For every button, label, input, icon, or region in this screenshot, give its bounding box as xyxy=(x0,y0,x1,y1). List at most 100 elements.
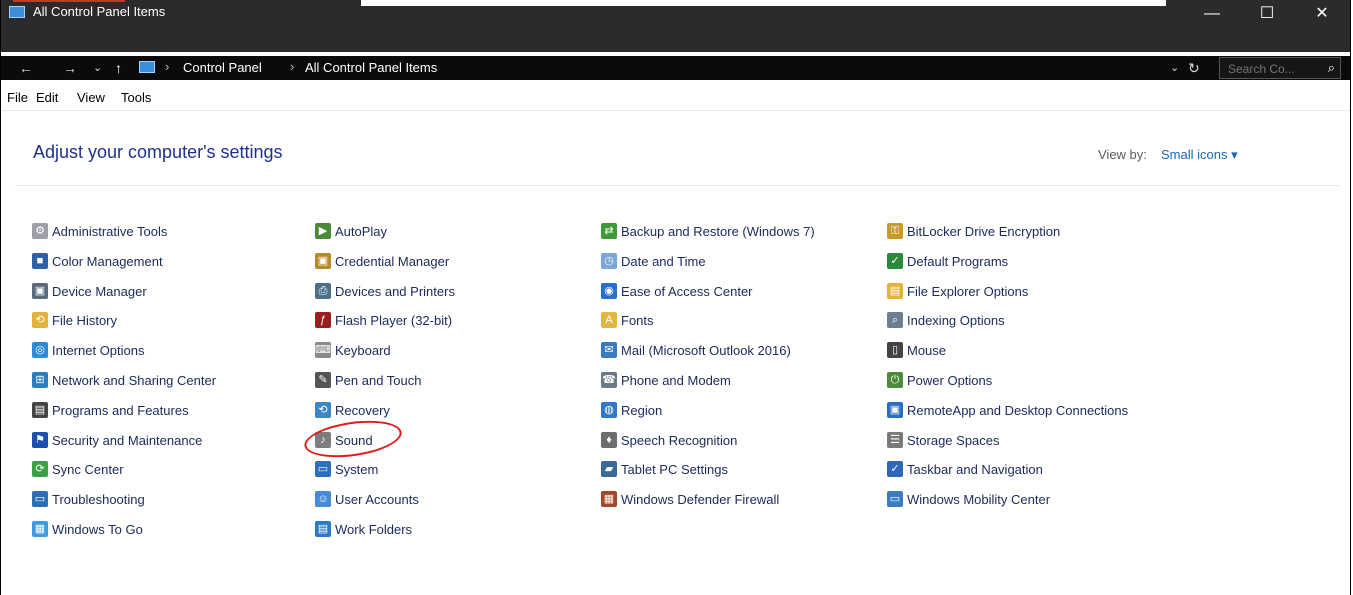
page-title: Adjust your computer's settings xyxy=(33,142,283,162)
control-panel-item[interactable]: ♪ Sound xyxy=(315,430,373,450)
menu-tools[interactable]: Tools xyxy=(121,90,151,105)
control-panel-item[interactable]: ▦ Windows To Go xyxy=(32,519,143,539)
item-label: BitLocker Drive Encryption xyxy=(907,223,1061,239)
item-label: Mail (Microsoft Outlook 2016) xyxy=(621,342,791,358)
minimize-button[interactable]: — xyxy=(1189,0,1235,28)
mail-icon: ✉ xyxy=(601,342,617,358)
control-panel-item[interactable]: ⇄ Backup and Restore (Windows 7) xyxy=(601,221,815,241)
forward-arrow-icon[interactable]: → xyxy=(63,58,77,78)
flash-icon: ƒ xyxy=(315,312,331,328)
control-panel-item[interactable]: ▭ Troubleshooting xyxy=(32,489,145,509)
control-panel-item[interactable]: ◉ Ease of Access Center xyxy=(601,281,753,301)
item-label: Power Options xyxy=(907,372,993,388)
control-panel-item[interactable]: ☰ Storage Spaces xyxy=(887,430,1000,450)
control-panel-item[interactable]: ⟲ Recovery xyxy=(315,400,390,420)
control-panel-item[interactable]: ■ Color Management xyxy=(32,251,163,271)
control-panel-item[interactable]: ✉ Mail (Microsoft Outlook 2016) xyxy=(601,340,791,360)
search-box[interactable]: ⌕ xyxy=(1219,57,1341,79)
mouse-icon: ▯ xyxy=(887,342,903,358)
control-panel-item[interactable]: ⟲ File History xyxy=(32,310,117,330)
search-input[interactable] xyxy=(1226,59,1318,79)
control-panel-item[interactable]: ▣ RemoteApp and Desktop Connections xyxy=(887,400,1128,420)
internet-options-icon: ◎ xyxy=(32,342,48,358)
control-panel-item[interactable]: ▤ File Explorer Options xyxy=(887,281,1028,301)
recent-locations-icon[interactable]: ⌄ xyxy=(93,58,102,78)
control-panel-item[interactable]: ▦ Windows Defender Firewall xyxy=(601,489,779,509)
item-label: Flash Player (32-bit) xyxy=(335,312,453,328)
control-panel-item[interactable]: ⌕ Indexing Options xyxy=(887,310,1005,330)
control-panel-item[interactable]: ◍ Region xyxy=(601,400,662,420)
autoplay-icon: ▶ xyxy=(315,223,331,239)
view-by-dropdown[interactable]: Small icons ▾ xyxy=(1161,147,1238,163)
breadcrumb-separator-icon[interactable]: › xyxy=(290,59,294,74)
control-panel-item[interactable]: ▤ Work Folders xyxy=(315,519,412,539)
refresh-icon[interactable]: ↻ xyxy=(1188,58,1200,78)
file-history-icon: ⟲ xyxy=(32,312,48,328)
search-icon[interactable]: ⌕ xyxy=(1328,60,1335,76)
power-icon: ⏻ xyxy=(887,372,903,388)
control-panel-item[interactable]: ▤ Programs and Features xyxy=(32,400,189,420)
control-panel-item[interactable]: ⎙ Devices and Printers xyxy=(315,281,455,301)
item-label: Windows To Go xyxy=(52,521,143,537)
item-label: User Accounts xyxy=(335,491,419,507)
control-panel-item[interactable]: ✎ Pen and Touch xyxy=(315,370,422,390)
backup-icon: ⇄ xyxy=(601,223,617,239)
control-panel-item[interactable]: ⚑ Security and Maintenance xyxy=(32,430,202,450)
item-label: Recovery xyxy=(335,402,390,418)
divider xyxy=(15,185,1340,186)
menu-file[interactable]: File xyxy=(7,90,28,105)
control-panel-item[interactable]: ▣ Device Manager xyxy=(32,281,147,301)
window-title: All Control Panel Items xyxy=(33,4,166,19)
back-arrow-icon[interactable]: ← xyxy=(19,58,33,78)
close-button[interactable]: ✕ xyxy=(1299,0,1345,28)
maximize-button[interactable]: ☐ xyxy=(1244,0,1290,28)
control-panel-item[interactable]: ▯ Mouse xyxy=(887,340,946,360)
control-panel-item[interactable]: ▭ System xyxy=(315,459,378,479)
control-panel-item[interactable]: ▶ AutoPlay xyxy=(315,221,387,241)
item-label: Ease of Access Center xyxy=(621,283,753,299)
windows-to-go-icon: ▦ xyxy=(32,521,48,537)
programs-icon: ▤ xyxy=(32,402,48,418)
item-label: Device Manager xyxy=(52,283,147,299)
control-panel-item[interactable]: ⚙ Administrative Tools xyxy=(32,221,167,241)
control-panel-item[interactable]: ☺ User Accounts xyxy=(315,489,419,509)
title-tab-strip xyxy=(361,0,1166,6)
item-label: Credential Manager xyxy=(335,253,450,269)
keyboard-icon: ⌨ xyxy=(315,342,331,358)
control-panel-item[interactable]: ◷ Date and Time xyxy=(601,251,706,271)
control-panel-item[interactable]: ⟳ Sync Center xyxy=(32,459,124,479)
breadcrumb-control-panel-icon xyxy=(139,61,155,73)
item-label: AutoPlay xyxy=(335,223,388,239)
control-panel-item[interactable]: ▰ Tablet PC Settings xyxy=(601,459,728,479)
breadcrumb-control-panel[interactable]: Control Panel xyxy=(183,60,262,75)
item-label: Pen and Touch xyxy=(335,372,422,388)
control-panel-item[interactable]: ◎ Internet Options xyxy=(32,340,145,360)
control-panel-item[interactable]: ♦ Speech Recognition xyxy=(601,430,737,450)
item-label: Sound xyxy=(335,432,373,448)
bitlocker-icon: ⚿ xyxy=(887,223,903,239)
item-label: Devices and Printers xyxy=(335,283,455,299)
item-label: Programs and Features xyxy=(52,402,189,418)
control-panel-item[interactable]: ⌨ Keyboard xyxy=(315,340,391,360)
control-panel-item[interactable]: ƒ Flash Player (32-bit) xyxy=(315,310,452,330)
menu-view[interactable]: View xyxy=(77,90,105,105)
control-panel-item[interactable]: ▣ Credential Manager xyxy=(315,251,449,271)
pen-icon: ✎ xyxy=(315,372,331,388)
control-panel-item[interactable]: ⏻ Power Options xyxy=(887,370,992,390)
control-panel-item[interactable]: ⊞ Network and Sharing Center xyxy=(32,370,216,390)
control-panel-item[interactable]: ☎ Phone and Modem xyxy=(601,370,731,390)
work-folders-icon: ▤ xyxy=(315,521,331,537)
item-label: Indexing Options xyxy=(907,312,1005,328)
breadcrumb-separator-icon[interactable]: › xyxy=(165,59,169,74)
control-panel-item[interactable]: ⚿ BitLocker Drive Encryption xyxy=(887,221,1060,241)
control-panel-item[interactable]: ✓ Default Programs xyxy=(887,251,1008,271)
control-panel-item[interactable]: ▭ Windows Mobility Center xyxy=(887,489,1050,509)
up-arrow-icon[interactable]: ↑ xyxy=(115,58,122,78)
breadcrumb-all-items[interactable]: All Control Panel Items xyxy=(305,60,437,75)
menu-edit[interactable]: Edit xyxy=(36,90,58,105)
item-label: Sync Center xyxy=(52,461,124,477)
address-dropdown-icon[interactable]: ⌄ xyxy=(1170,58,1179,78)
indexing-icon: ⌕ xyxy=(887,312,903,328)
control-panel-item[interactable]: ✓ Taskbar and Navigation xyxy=(887,459,1043,479)
control-panel-item[interactable]: A Fonts xyxy=(601,310,654,330)
